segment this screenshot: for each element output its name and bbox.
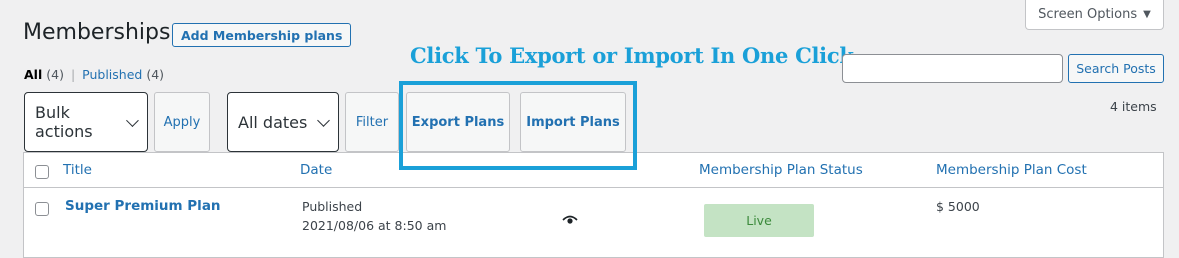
filter-button[interactable]: Filter: [345, 92, 399, 152]
row-date-status: Published: [302, 199, 363, 214]
items-count: 4 items: [1110, 99, 1157, 114]
column-cost-header: Membership Plan Cost: [936, 162, 1087, 178]
view-separator: |: [70, 67, 76, 82]
promo-annotation: Click To Export or Import In One Click: [410, 43, 854, 68]
add-membership-plans-button[interactable]: Add Membership plans: [172, 23, 352, 47]
column-date-header[interactable]: Date: [300, 162, 332, 178]
highlight-box: [399, 81, 637, 170]
search-input[interactable]: [842, 54, 1063, 83]
view-all-link[interactable]: All: [24, 67, 42, 82]
page-title: Memberships: [23, 20, 171, 45]
row-title-link[interactable]: Super Premium Plan: [65, 198, 221, 214]
bulk-actions-label: Bulk actions: [35, 103, 93, 141]
view-published-link[interactable]: Published: [82, 67, 142, 82]
screen-options-label: Screen Options: [1038, 7, 1138, 22]
screen-options-button[interactable]: Screen Options ▼: [1025, 0, 1164, 30]
caret-down-icon: ▼: [1143, 9, 1151, 20]
column-title-header[interactable]: Title: [63, 162, 92, 178]
dates-select[interactable]: All dates: [227, 92, 339, 152]
search-posts-button[interactable]: Search Posts: [1068, 54, 1164, 83]
view-all-count: (4): [46, 67, 64, 82]
chevron-down-icon: [317, 113, 330, 127]
row-cost: $ 5000: [936, 199, 980, 214]
bulk-actions-select[interactable]: Bulk actions: [24, 92, 148, 152]
row-date-value: 2021/08/06 at 8:50 am: [302, 218, 447, 233]
row-checkbox[interactable]: [35, 202, 49, 216]
select-all-checkbox[interactable]: [35, 165, 49, 179]
dates-label: All dates: [238, 112, 308, 132]
apply-button[interactable]: Apply: [154, 92, 210, 152]
status-badge: Live: [704, 204, 814, 237]
column-status-header: Membership Plan Status: [699, 162, 863, 178]
view-published-count: (4): [146, 67, 165, 82]
eye-icon[interactable]: [562, 215, 578, 225]
status-views: All (4) | Published (4): [24, 67, 164, 82]
